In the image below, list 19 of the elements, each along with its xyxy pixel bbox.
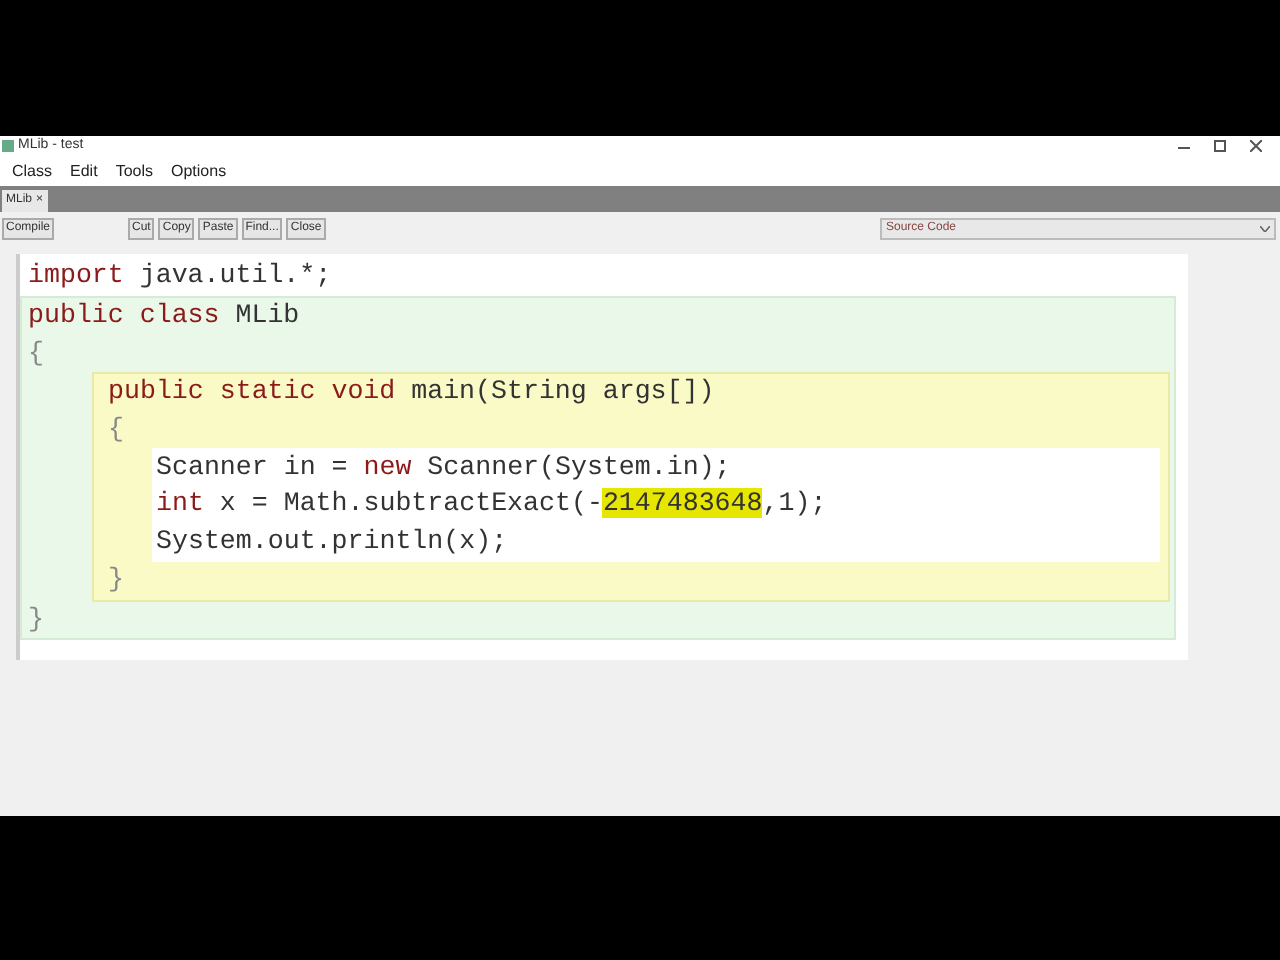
brace: } xyxy=(106,562,126,599)
code-line: System.out.println(x); xyxy=(156,523,510,560)
menu-item[interactable]: Edit xyxy=(70,159,98,183)
code-line: int x = Math.subtractExact(-2147483648,1); xyxy=(156,486,829,523)
brace: } xyxy=(26,601,46,638)
menu-item[interactable]: Class xyxy=(12,159,53,183)
app-icon xyxy=(2,140,14,152)
code-line: public class MLib xyxy=(26,298,302,335)
code-line: import java.util.*; xyxy=(26,258,334,294)
caret-icon xyxy=(1260,225,1270,231)
close-icon[interactable] xyxy=(1250,140,1262,152)
brace: { xyxy=(106,411,126,448)
code-line: public static void main(String args[]) xyxy=(106,374,717,411)
maximize-icon[interactable] xyxy=(1214,140,1226,152)
brace: { xyxy=(26,335,46,372)
menu-item[interactable]: Options xyxy=(171,159,227,183)
menu-item[interactable]: Tools xyxy=(115,159,153,183)
code-line: Scanner in = new Scanner(System.in); xyxy=(156,450,733,487)
code-editor[interactable]: import java.util.*; public class MLib { public static void main(String args[]) { Scanner in = new Scanner(System.in); int x = Math.subtractExact(-2147483648,1); System.out.println(x); } } xyxy=(16,254,1188,660)
